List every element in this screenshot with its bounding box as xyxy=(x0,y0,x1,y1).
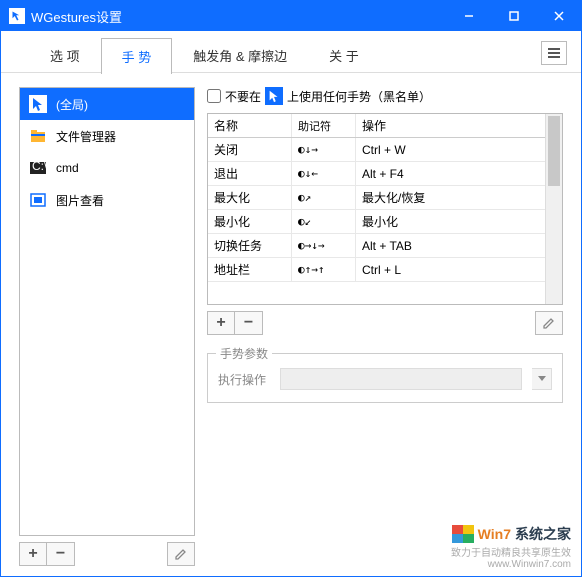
menu-button[interactable] xyxy=(541,41,567,65)
gesture-mnemonic: ◐↓→ xyxy=(292,138,356,161)
app-icon xyxy=(9,8,25,24)
tab-options[interactable]: 选 项 xyxy=(29,37,101,73)
action-label: 执行操作 xyxy=(218,371,270,388)
table-row[interactable]: 最小化 ◐↙ 最小化 xyxy=(208,210,545,234)
titlebar: WGestures设置 xyxy=(1,1,581,31)
terminal-icon: C:\ xyxy=(28,158,48,178)
gesture-action: Ctrl + L xyxy=(356,258,545,281)
app-item-label: 图片查看 xyxy=(56,192,104,209)
gesture-name: 地址栏 xyxy=(208,258,292,281)
remove-app-button[interactable]: − xyxy=(47,542,75,566)
gesture-mnemonic: ◐→↓→ xyxy=(292,234,356,257)
gesture-action: Alt + TAB xyxy=(356,234,545,257)
gesture-table[interactable]: 名称 助记符 操作 关闭 ◐↓→ Ctrl + W 退出 ◐↓← Alt + F… xyxy=(208,114,545,304)
table-row[interactable]: 退出 ◐↓← Alt + F4 xyxy=(208,162,545,186)
window-title: WGestures设置 xyxy=(31,7,446,26)
gesture-table-box: 名称 助记符 操作 关闭 ◐↓→ Ctrl + W 退出 ◐↓← Alt + F… xyxy=(207,113,563,305)
gesture-action: 最小化 xyxy=(356,210,545,233)
remove-gesture-button[interactable]: − xyxy=(235,311,263,335)
minimize-button[interactable] xyxy=(446,1,491,31)
blacklist-row: 不要在 上使用任何手势（黑名单） xyxy=(207,87,563,105)
table-row[interactable]: 最大化 ◐↗ 最大化/恢复 xyxy=(208,186,545,210)
folder-icon xyxy=(28,126,48,146)
header-mnemonic[interactable]: 助记符 xyxy=(292,114,356,137)
app-list[interactable]: (全局) 文件管理器 C:\ cmd 图片查看 xyxy=(19,87,195,536)
window-buttons xyxy=(446,1,581,31)
gesture-mnemonic: ◐↓← xyxy=(292,162,356,185)
hamburger-icon xyxy=(547,47,561,59)
cursor-icon xyxy=(28,94,48,114)
blacklist-checkbox[interactable] xyxy=(207,89,221,103)
gesture-action: Alt + F4 xyxy=(356,162,545,185)
blacklist-label-prefix: 不要在 xyxy=(225,88,261,105)
gesture-mnemonic: ◐↙ xyxy=(292,210,356,233)
app-item-label: (全局) xyxy=(56,96,88,113)
edit-gesture-button[interactable] xyxy=(535,311,563,335)
app-item-label: cmd xyxy=(56,161,79,175)
gesture-action: Ctrl + W xyxy=(356,138,545,161)
app-item-label: 文件管理器 xyxy=(56,128,116,145)
table-row[interactable]: 地址栏 ◐↑→↑ Ctrl + L xyxy=(208,258,545,282)
pencil-icon xyxy=(174,547,188,561)
cursor-icon xyxy=(265,87,283,105)
svg-text:C:\: C:\ xyxy=(32,159,47,173)
gesture-mnemonic: ◐↗ xyxy=(292,186,356,209)
gesture-panel: 不要在 上使用任何手势（黑名单） 名称 助记符 操作 关闭 ◐↓→ Ctrl +… xyxy=(207,87,563,566)
gesture-buttons: + − xyxy=(207,311,563,335)
gesture-mnemonic: ◐↑→↑ xyxy=(292,258,356,281)
content-area: (全局) 文件管理器 C:\ cmd 图片查看 + − xyxy=(1,73,581,576)
action-dropdown[interactable] xyxy=(280,368,522,390)
app-item-filemanager[interactable]: 文件管理器 xyxy=(20,120,194,152)
app-buttons: + − xyxy=(19,542,195,566)
table-row[interactable]: 切换任务 ◐→↓→ Alt + TAB xyxy=(208,234,545,258)
pencil-icon xyxy=(542,316,556,330)
app-item-global[interactable]: (全局) xyxy=(20,88,194,120)
gesture-action: 最大化/恢复 xyxy=(356,186,545,209)
blacklist-label-suffix: 上使用任何手势（黑名单） xyxy=(287,88,431,105)
tab-gestures[interactable]: 手 势 xyxy=(101,38,173,74)
chevron-down-icon xyxy=(538,376,546,382)
gesture-name: 最小化 xyxy=(208,210,292,233)
maximize-button[interactable] xyxy=(491,1,536,31)
gesture-name: 关闭 xyxy=(208,138,292,161)
close-button[interactable] xyxy=(536,1,581,31)
gesture-name: 切换任务 xyxy=(208,234,292,257)
table-row[interactable]: 关闭 ◐↓→ Ctrl + W xyxy=(208,138,545,162)
gesture-name: 最大化 xyxy=(208,186,292,209)
dropdown-button[interactable] xyxy=(532,368,552,390)
app-item-cmd[interactable]: C:\ cmd xyxy=(20,152,194,184)
header-name[interactable]: 名称 xyxy=(208,114,292,137)
add-gesture-button[interactable]: + xyxy=(207,311,235,335)
settings-window: WGestures设置 选 项 手 势 触发角 & 摩擦边 关 于 (全局) 文 xyxy=(0,0,582,577)
add-app-button[interactable]: + xyxy=(19,542,47,566)
header-action[interactable]: 操作 xyxy=(356,114,545,137)
gesture-name: 退出 xyxy=(208,162,292,185)
tab-bar: 选 项 手 势 触发角 & 摩擦边 关 于 xyxy=(1,31,581,73)
edit-app-button[interactable] xyxy=(167,542,195,566)
tab-corners[interactable]: 触发角 & 摩擦边 xyxy=(172,37,308,73)
image-icon xyxy=(28,190,48,210)
table-header: 名称 助记符 操作 xyxy=(208,114,545,138)
action-row: 执行操作 xyxy=(218,368,552,390)
tab-about[interactable]: 关 于 xyxy=(308,37,380,73)
scrollbar-thumb[interactable] xyxy=(548,116,560,186)
params-legend: 手势参数 xyxy=(216,345,272,362)
table-scrollbar[interactable] xyxy=(545,114,562,304)
app-item-imageviewer[interactable]: 图片查看 xyxy=(20,184,194,216)
app-panel: (全局) 文件管理器 C:\ cmd 图片查看 + − xyxy=(19,87,195,566)
params-group: 手势参数 执行操作 xyxy=(207,353,563,403)
